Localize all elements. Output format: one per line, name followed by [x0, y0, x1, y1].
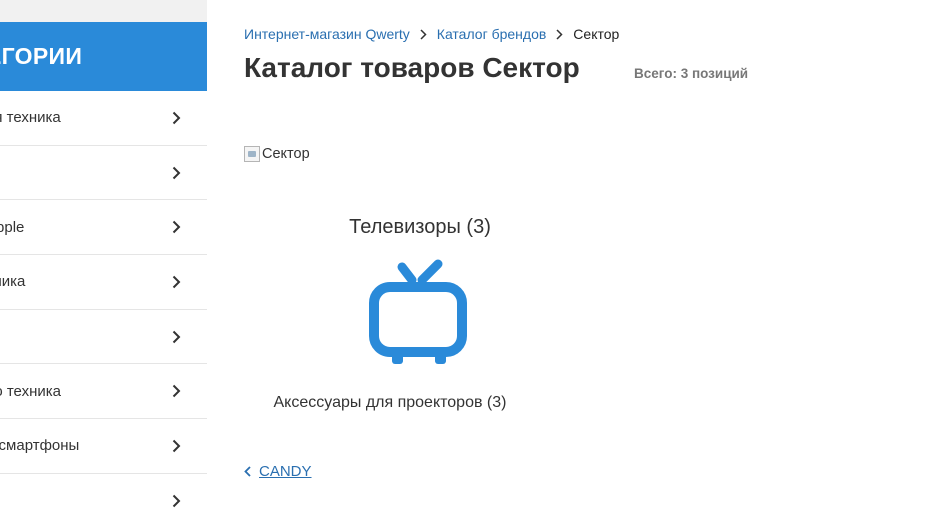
subcategory-link[interactable]: Аксессуары для проекторов (3) [240, 394, 540, 412]
breadcrumb-current: Сектор [573, 26, 620, 42]
sidebar-item[interactable]: ео техника [0, 364, 207, 420]
breadcrumb-link-home[interactable]: Интернет-магазин Qwerty [244, 26, 410, 42]
chevron-right-icon [161, 494, 191, 508]
brand-image: Сектор [244, 145, 310, 163]
chevron-right-icon [556, 28, 563, 40]
sidebar-item[interactable]: о [0, 474, 207, 526]
back-link: CANDY [244, 463, 312, 480]
sidebar-item[interactable]: ая техника [0, 91, 207, 146]
back-to-brand-link[interactable]: CANDY [259, 463, 312, 480]
sidebar-item[interactable]: и смартфоны [0, 419, 207, 474]
brand-image-alt: Сектор [262, 146, 310, 162]
chevron-right-icon [161, 384, 191, 398]
category-title-link[interactable]: Телевизоры (3) [280, 216, 560, 239]
tv-icon[interactable] [368, 258, 470, 368]
chevron-left-icon [244, 466, 251, 477]
sidebar-item-label: и смартфоны [0, 437, 80, 455]
chevron-right-icon [420, 28, 427, 40]
sidebar-title: ЕГОРИИ [0, 43, 83, 69]
breadcrumb-link-brands[interactable]: Каталог брендов [437, 26, 547, 42]
breadcrumb: Интернет-магазин Qwerty Каталог брендов … [244, 26, 619, 42]
sidebar-item-label: Apple [0, 218, 25, 236]
sidebar-item[interactable]: Apple [0, 200, 207, 256]
sidebar-item[interactable]: ы [0, 310, 207, 365]
chevron-right-icon [161, 111, 191, 125]
sidebar-item-label: ая техника [0, 109, 61, 127]
page-title: Каталог товаров Сектор [244, 52, 580, 83]
sidebar-item-label: хника [0, 273, 26, 291]
chevron-right-icon [161, 166, 191, 180]
sidebar-item-label: ео техника [0, 382, 61, 400]
chevron-right-icon [161, 330, 191, 344]
chevron-right-icon [161, 275, 191, 289]
total-count: Всего: 3 позиций [634, 66, 749, 81]
broken-image-icon [244, 146, 260, 162]
category-sidebar: ЕГОРИИ ая техника а Apple хника ы ео тех… [0, 22, 207, 526]
chevron-right-icon [161, 439, 191, 453]
sidebar-item[interactable]: а [0, 146, 207, 201]
chevron-right-icon [161, 220, 191, 234]
sidebar-header: ЕГОРИИ [0, 22, 207, 91]
sidebar-item[interactable]: хника [0, 255, 207, 310]
